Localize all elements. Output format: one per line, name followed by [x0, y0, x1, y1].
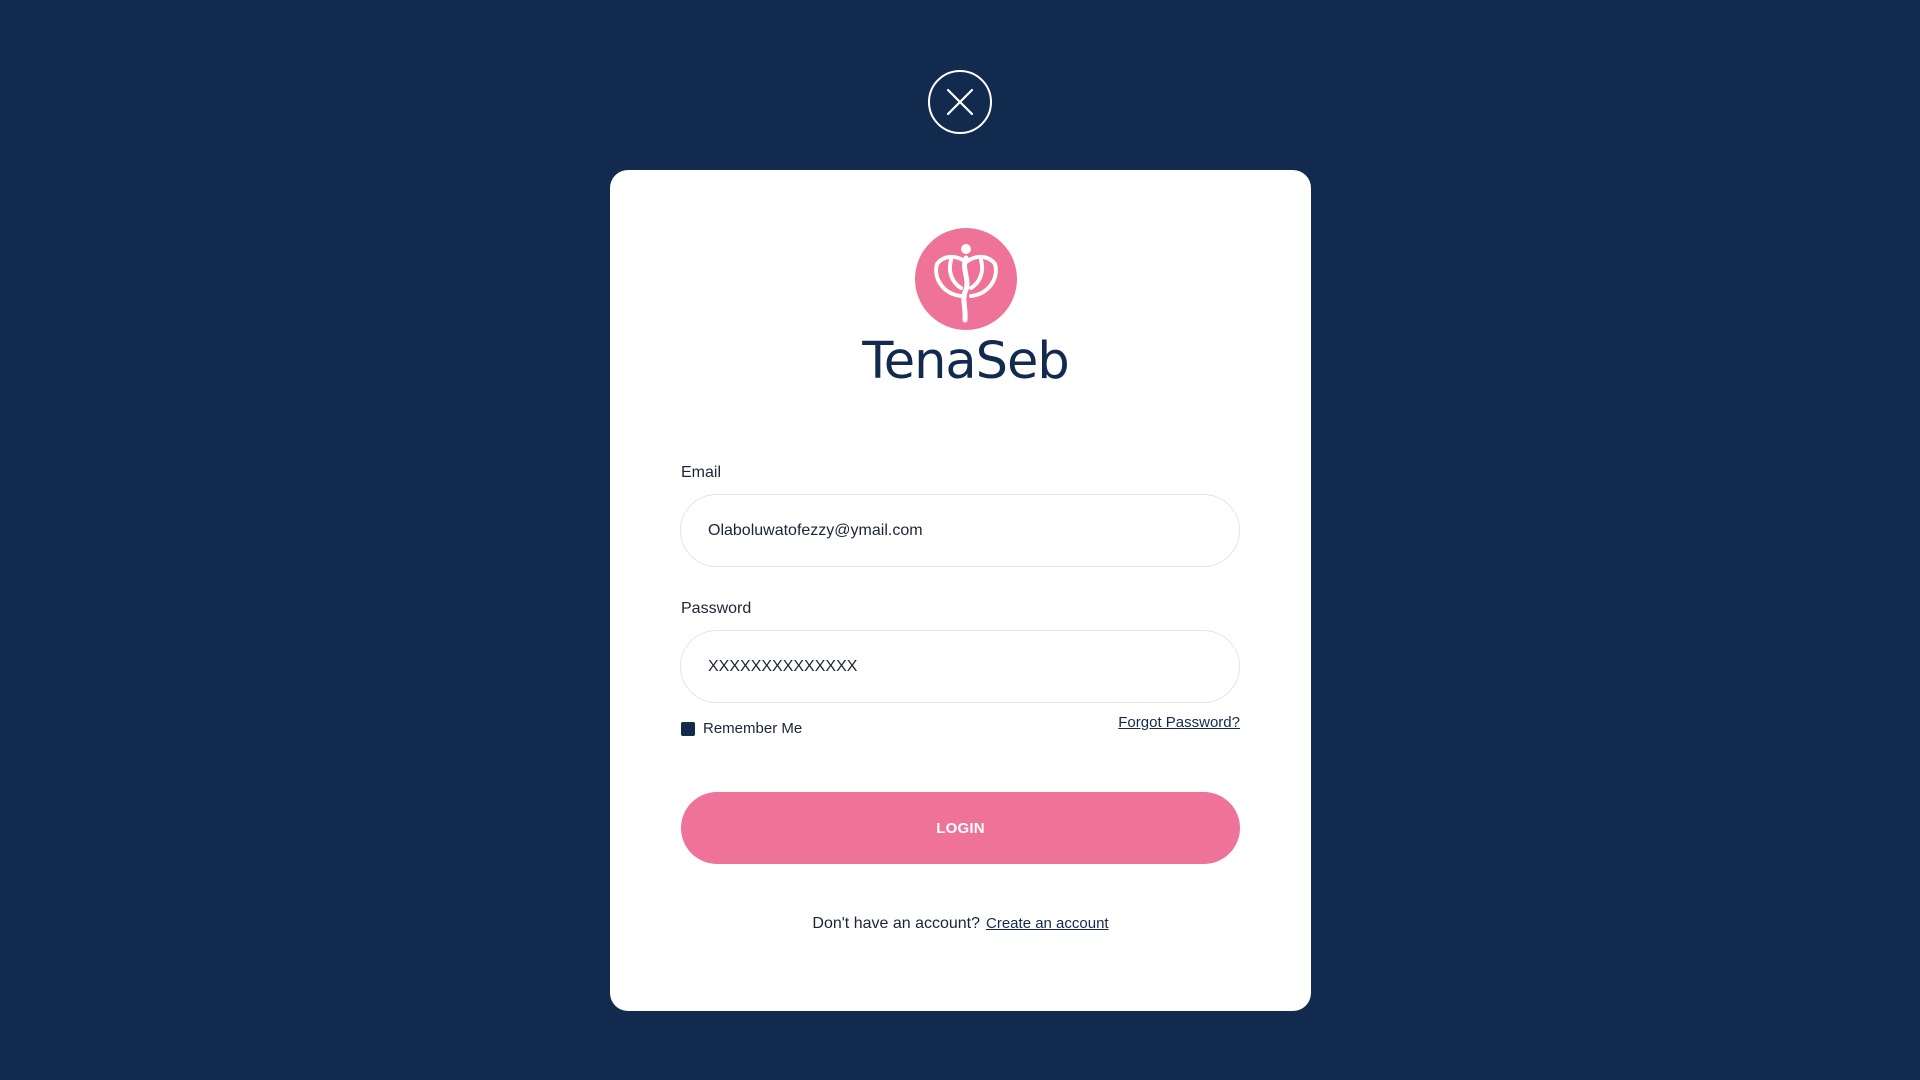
password-label: Password — [681, 600, 752, 617]
password-field[interactable]: XXXXXXXXXXXXXX — [680, 630, 1240, 703]
login-page: TenaSeb Email Olaboluwatofezzy@ymail.com… — [0, 0, 1920, 1080]
email-label: Email — [681, 464, 722, 481]
remember-me-label: Remember Me — [703, 720, 803, 737]
remember-me-checkbox[interactable]: Remember Me — [681, 720, 802, 737]
signup-prompt-text: Don't have an account? — [812, 915, 981, 932]
create-account-link[interactable]: Create an account — [986, 915, 1109, 933]
forgot-password-link[interactable]: Forgot Password? — [1118, 714, 1240, 731]
email-field[interactable]: Olaboluwatofezzy@ymail.com — [680, 494, 1240, 567]
login-button[interactable]: LOGIN — [681, 792, 1240, 864]
email-value: Olaboluwatofezzy@ymail.com — [708, 521, 923, 539]
login-card: TenaSeb Email Olaboluwatofezzy@ymail.com… — [610, 170, 1311, 1011]
lotus-figure-logo-icon — [915, 228, 1017, 330]
checkbox-checked-icon[interactable] — [681, 721, 695, 736]
password-value: XXXXXXXXXXXXXX — [708, 657, 858, 675]
close-button[interactable] — [928, 70, 992, 134]
signup-prompt: Don't have an account? Create an account — [610, 915, 1311, 933]
brand-name: TenaSeb — [862, 332, 1070, 391]
close-icon — [946, 88, 974, 116]
